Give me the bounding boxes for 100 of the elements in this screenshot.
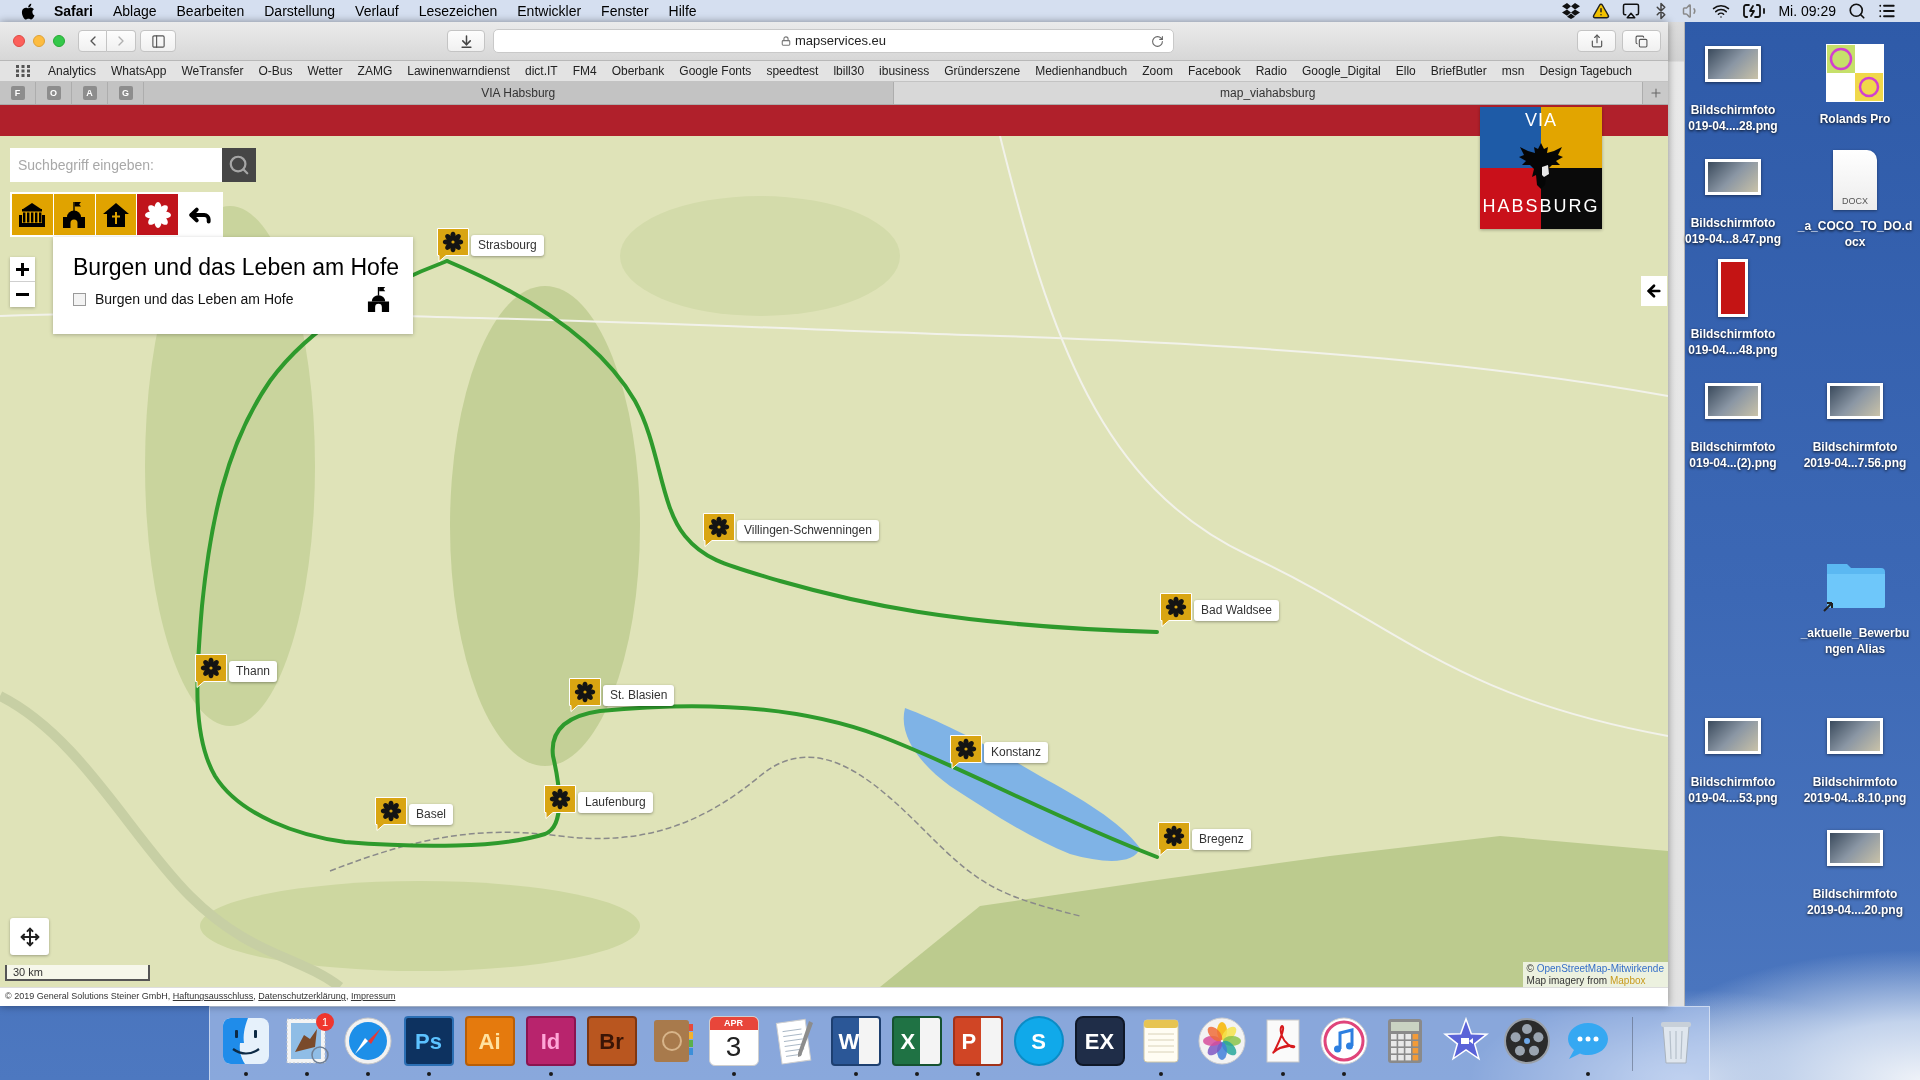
thumbnail-placeholder[interactable] bbox=[1705, 46, 1761, 82]
menu-item[interactable]: Verlauf bbox=[355, 0, 399, 22]
bookmark-link[interactable]: O-Bus bbox=[258, 62, 293, 80]
wifi-icon[interactable] bbox=[1712, 2, 1731, 20]
airplay-icon[interactable] bbox=[1622, 2, 1641, 20]
flower-icon bbox=[144, 201, 171, 228]
bookmark-link[interactable]: ibusiness bbox=[879, 62, 930, 80]
close-button[interactable] bbox=[13, 35, 25, 47]
thumbnail-placeholder[interactable] bbox=[1705, 718, 1761, 754]
dock-item[interactable]: Ps bbox=[403, 1016, 454, 1066]
bookmark-link[interactable]: Lawinenwarndienst bbox=[407, 62, 510, 80]
marker-pin-icon[interactable] bbox=[195, 654, 227, 688]
document-file-icon[interactable]: DOCX bbox=[1833, 150, 1877, 210]
dock-item[interactable]: X bbox=[891, 1016, 942, 1066]
marker-pin-icon[interactable] bbox=[437, 228, 469, 262]
search-icon[interactable] bbox=[1848, 2, 1866, 20]
share-button[interactable] bbox=[1577, 30, 1616, 52]
address-field[interactable]: mapservices.eu bbox=[493, 29, 1174, 53]
bookmark-link[interactable]: Gründerszene bbox=[944, 62, 1021, 80]
menu-item[interactable]: Entwickler bbox=[517, 0, 582, 22]
dock-item[interactable]: EX bbox=[1074, 1016, 1125, 1066]
bookmark-link[interactable]: Wetter bbox=[307, 62, 343, 80]
bookmark-link[interactable]: msn bbox=[1501, 62, 1525, 80]
marker-pin-icon[interactable] bbox=[1160, 593, 1192, 627]
reload-icon bbox=[1150, 34, 1164, 48]
show-tabs-button[interactable] bbox=[1622, 30, 1661, 52]
marker-label: Basel bbox=[409, 804, 454, 825]
menu-item[interactable]: Ablage bbox=[112, 0, 157, 22]
menu-item[interactable]: Hilfe bbox=[668, 0, 697, 22]
thumbnail-placeholder[interactable] bbox=[1827, 383, 1883, 419]
file-name-label: Bildschirmfoto 2019-04...8.10.png bbox=[1803, 774, 1907, 806]
image-placeholder[interactable] bbox=[1826, 44, 1884, 102]
dock-item[interactable] bbox=[220, 1016, 271, 1066]
diamonds-icon[interactable] bbox=[1562, 3, 1581, 19]
apple-icon[interactable] bbox=[21, 2, 35, 20]
lock-icon bbox=[780, 36, 791, 46]
layer-checkbox[interactable] bbox=[73, 292, 86, 306]
collapse-button[interactable] bbox=[1641, 276, 1667, 306]
bookmark-link[interactable]: WeTransfer bbox=[181, 62, 244, 80]
thumbnail-placeholder[interactable] bbox=[1705, 159, 1761, 195]
bookmark-link[interactable]: Design Tagebuch bbox=[1539, 62, 1632, 80]
bookmark-link[interactable]: ZAMG bbox=[357, 62, 393, 80]
marker-pin-icon[interactable] bbox=[703, 513, 735, 547]
bookmark-link[interactable]: BriefButler bbox=[1430, 62, 1487, 80]
reload-button[interactable] bbox=[1149, 33, 1165, 49]
app-menu[interactable]: Safari bbox=[54, 0, 93, 22]
category-button[interactable] bbox=[95, 194, 137, 235]
menu-item[interactable]: Fenster bbox=[601, 0, 649, 22]
warning-icon[interactable] bbox=[1592, 2, 1611, 20]
bookmark-link[interactable]: WhatsApp bbox=[111, 62, 167, 80]
bookmark-link[interactable]: Radio bbox=[1255, 62, 1287, 80]
marker-pin-icon[interactable] bbox=[544, 785, 576, 819]
search-button[interactable] bbox=[222, 148, 256, 182]
footer-link[interactable]: Datenschutzerklärung bbox=[258, 991, 346, 1002]
plus-icon bbox=[16, 262, 29, 276]
bookmark-link[interactable]: Google_Digital bbox=[1302, 62, 1381, 80]
folder-alias-icon[interactable] bbox=[1823, 562, 1887, 612]
search-field[interactable]: Suchbegriff eingeben: bbox=[10, 148, 222, 182]
zoom-out-button[interactable] bbox=[10, 282, 35, 307]
marker-pin-icon[interactable] bbox=[950, 735, 982, 769]
bookmark-link[interactable]: FM4 bbox=[572, 62, 597, 80]
marker-pin-icon[interactable] bbox=[375, 797, 407, 831]
bookmark-link[interactable]: Ello bbox=[1395, 62, 1416, 80]
bookmark-link[interactable]: Oberbank bbox=[611, 62, 665, 80]
footer-link[interactable]: Impressum bbox=[350, 991, 396, 1002]
bookmark-link[interactable]: Google Fonts bbox=[679, 62, 752, 80]
grid-icon[interactable] bbox=[16, 65, 30, 77]
bookmark-link[interactable]: Analytics bbox=[48, 62, 97, 80]
bookmark-link[interactable]: Medienhandbuch bbox=[1035, 62, 1128, 80]
category-button[interactable] bbox=[53, 194, 95, 235]
bookmark-link[interactable]: dict.IT bbox=[524, 62, 558, 80]
zoom-in-button[interactable] bbox=[10, 257, 35, 282]
share-icon bbox=[1589, 34, 1604, 48]
category-button[interactable] bbox=[137, 194, 179, 235]
bookmark-link[interactable]: Facebook bbox=[1187, 62, 1241, 80]
dock-item[interactable]: P bbox=[952, 1016, 1003, 1066]
menu-item[interactable]: Darstellung bbox=[264, 0, 336, 22]
dock-item[interactable]: W bbox=[830, 1016, 881, 1066]
thumbnail-placeholder[interactable] bbox=[1718, 259, 1748, 317]
thumbnail-placeholder[interactable] bbox=[1705, 383, 1761, 419]
dock-item[interactable]: APR 3 bbox=[708, 1016, 759, 1066]
menu-item[interactable]: Bearbeiten bbox=[176, 0, 245, 22]
locate-button[interactable] bbox=[10, 918, 49, 955]
thumbnail-placeholder[interactable] bbox=[1827, 718, 1883, 754]
marker-pin-icon[interactable] bbox=[1158, 822, 1190, 856]
download-button[interactable] bbox=[447, 30, 485, 52]
bookmark-link[interactable]: speedtest bbox=[766, 62, 819, 80]
menu-clock[interactable]: Mi. 09:29 bbox=[1778, 0, 1836, 22]
category-button[interactable] bbox=[12, 194, 53, 235]
marker-pin-icon[interactable] bbox=[569, 678, 601, 712]
bookmark-link[interactable]: lbill30 bbox=[833, 62, 865, 80]
attribution-link[interactable]: OpenStreetMap-Mitwirkende bbox=[1536, 963, 1664, 974]
menu-item[interactable]: Lesezeichen bbox=[418, 0, 498, 22]
list-icon[interactable] bbox=[1878, 2, 1896, 20]
building-icon bbox=[19, 202, 46, 227]
thumbnail-placeholder[interactable] bbox=[1827, 830, 1883, 866]
bookmark-link[interactable]: Zoom bbox=[1142, 62, 1173, 80]
dock-item[interactable] bbox=[1501, 1016, 1552, 1066]
sidebar-button[interactable] bbox=[140, 30, 176, 52]
browser-tab[interactable]: map_viahabsburg bbox=[893, 82, 1643, 104]
